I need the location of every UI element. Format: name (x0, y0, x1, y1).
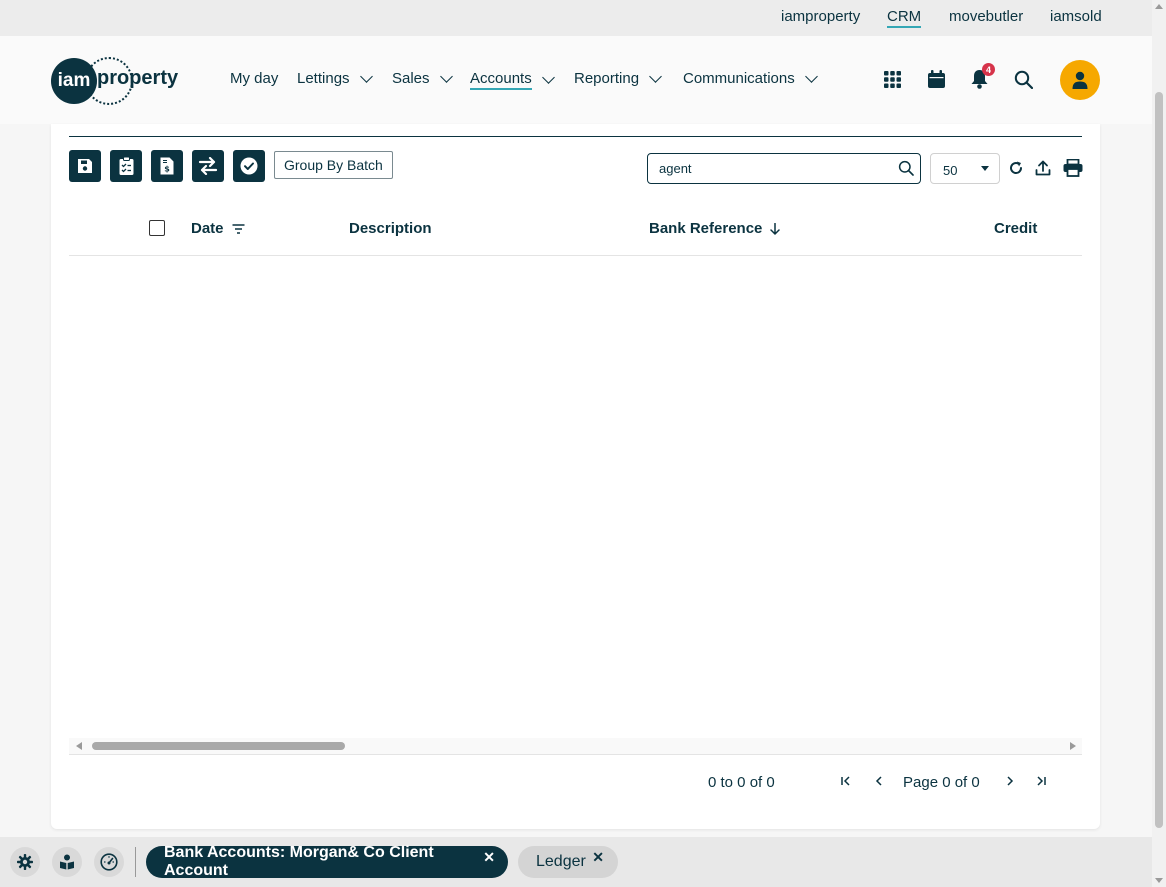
column-header-bank-reference[interactable]: Bank Reference (649, 220, 781, 237)
topbar-link-iamsold[interactable]: iamsold (1050, 8, 1102, 25)
save-icon (78, 159, 92, 173)
tab-bank-accounts-label: Bank Accounts: Morgan& Co Client Account (164, 844, 434, 879)
nav-accounts[interactable]: Accounts (470, 70, 555, 90)
calendar-icon[interactable] (925, 68, 947, 90)
main-header: iam property My day Lettings Sales Accou… (0, 36, 1152, 124)
close-icon[interactable]: ✕ (483, 849, 495, 866)
column-header-description[interactable]: Description (349, 220, 432, 237)
column-bank-reference-label: Bank Reference (649, 220, 763, 237)
nav-sales-label: Sales (392, 70, 430, 87)
upload-icon[interactable] (1034, 159, 1052, 177)
tab-ledger[interactable]: Ledger ✕ (518, 846, 618, 878)
chevron-down-icon (359, 69, 373, 83)
group-by-batch-button[interactable]: Group By Batch (274, 151, 393, 179)
user-avatar[interactable] (1060, 60, 1100, 100)
nav-sales[interactable]: Sales (392, 69, 453, 87)
notification-count-badge: 4 (982, 63, 995, 76)
print-icon[interactable] (1062, 159, 1084, 177)
filter-icon[interactable] (232, 223, 245, 234)
column-date-label: Date (191, 220, 224, 237)
reconcile-checklist-button[interactable] (110, 150, 142, 182)
save-button[interactable] (69, 150, 101, 182)
nav-lettings[interactable]: Lettings (297, 69, 373, 87)
check-circle-icon (240, 157, 258, 175)
nav-communications[interactable]: Communications (683, 69, 818, 87)
footer-divider (135, 847, 136, 877)
scroll-up-arrow-icon[interactable] (1155, 4, 1163, 9)
card-top-rule (69, 136, 1082, 137)
column-header-date[interactable]: Date (191, 220, 245, 237)
nav-reporting-label: Reporting (574, 70, 640, 87)
chevron-down-icon (541, 71, 555, 84)
nav-communications-label: Communications (683, 70, 795, 87)
pager-page-text: Page 0 of 0 (903, 774, 980, 791)
page-size-value: 50 (943, 163, 958, 178)
search-icon[interactable] (898, 160, 914, 181)
user-book-icon[interactable] (52, 847, 82, 877)
refresh-icon[interactable] (1007, 159, 1025, 177)
nav-my-day-label: My day (230, 70, 279, 87)
close-icon[interactable]: ✕ (592, 849, 604, 866)
logo-circle: iam (51, 58, 97, 104)
sort-down-arrow-icon[interactable] (770, 222, 781, 235)
last-page-icon[interactable] (1035, 774, 1047, 790)
settings-gear-icon[interactable] (10, 847, 40, 877)
horizontal-scrollbar[interactable] (69, 738, 1082, 755)
nav-accounts-label: Accounts (470, 70, 532, 90)
next-page-icon[interactable] (1004, 774, 1016, 790)
column-description-label: Description (349, 220, 432, 237)
iamproperty-logo[interactable]: iam property (51, 57, 191, 105)
vertical-scrollbar-thumb[interactable] (1155, 92, 1163, 828)
dashboard-gauge-icon[interactable] (94, 847, 124, 877)
pager-summary: 0 to 0 of 0 (708, 774, 775, 791)
table-header: Date Description Bank Reference Credit (69, 204, 1082, 256)
clipboard-check-icon (119, 157, 133, 175)
tab-bank-accounts[interactable]: Bank Accounts: Morgan& Co Client Account… (146, 844, 508, 879)
transfer-button[interactable] (192, 150, 224, 182)
invoice-button[interactable]: $ (151, 150, 183, 182)
logo-word: property (97, 67, 179, 89)
apps-grid-icon[interactable] (881, 68, 903, 90)
bottom-taskbar: Bank Accounts: Morgan& Co Client Account… (0, 837, 1152, 887)
bell-icon[interactable]: 4 (968, 63, 995, 90)
scroll-right-arrow-icon[interactable] (1070, 742, 1076, 750)
approve-button[interactable] (233, 150, 265, 182)
transfer-icon (198, 157, 218, 175)
nav-lettings-label: Lettings (297, 70, 350, 87)
chevron-down-icon (804, 69, 818, 83)
top-bar: iamproperty CRM movebutler iamsold (0, 0, 1152, 36)
chevron-down-icon (649, 69, 662, 83)
invoice-dollar-icon: $ (160, 157, 174, 175)
search-icon[interactable] (1012, 68, 1034, 90)
scroll-down-arrow-icon[interactable] (1155, 878, 1163, 883)
tab-ledger-label: Ledger (536, 853, 586, 870)
search-box (647, 153, 921, 184)
first-page-icon[interactable] (840, 774, 852, 790)
page-size-select[interactable]: 50 (930, 153, 1000, 184)
user-icon (1072, 71, 1088, 89)
chevron-down-icon (439, 69, 453, 83)
topbar-link-crm[interactable]: CRM (887, 8, 922, 28)
caret-down-icon (981, 166, 989, 171)
scroll-left-arrow-icon[interactable] (76, 742, 82, 750)
topbar-link-iamproperty[interactable]: iamproperty (781, 8, 860, 25)
select-all-checkbox[interactable] (149, 220, 165, 236)
scrollbar-thumb[interactable] (92, 742, 345, 750)
nav-my-day[interactable]: My day (230, 70, 278, 87)
column-header-credit[interactable]: Credit (994, 220, 1037, 237)
column-credit-label: Credit (994, 220, 1038, 237)
transactions-card: $ Group By Batch 50 (51, 124, 1100, 829)
previous-page-icon[interactable] (873, 774, 885, 790)
search-input[interactable] (659, 161, 889, 176)
vertical-scrollbar[interactable] (1152, 0, 1166, 887)
svg-text:$: $ (164, 165, 170, 174)
nav-reporting[interactable]: Reporting (574, 69, 662, 87)
topbar-link-movebutler[interactable]: movebutler (949, 8, 1023, 25)
